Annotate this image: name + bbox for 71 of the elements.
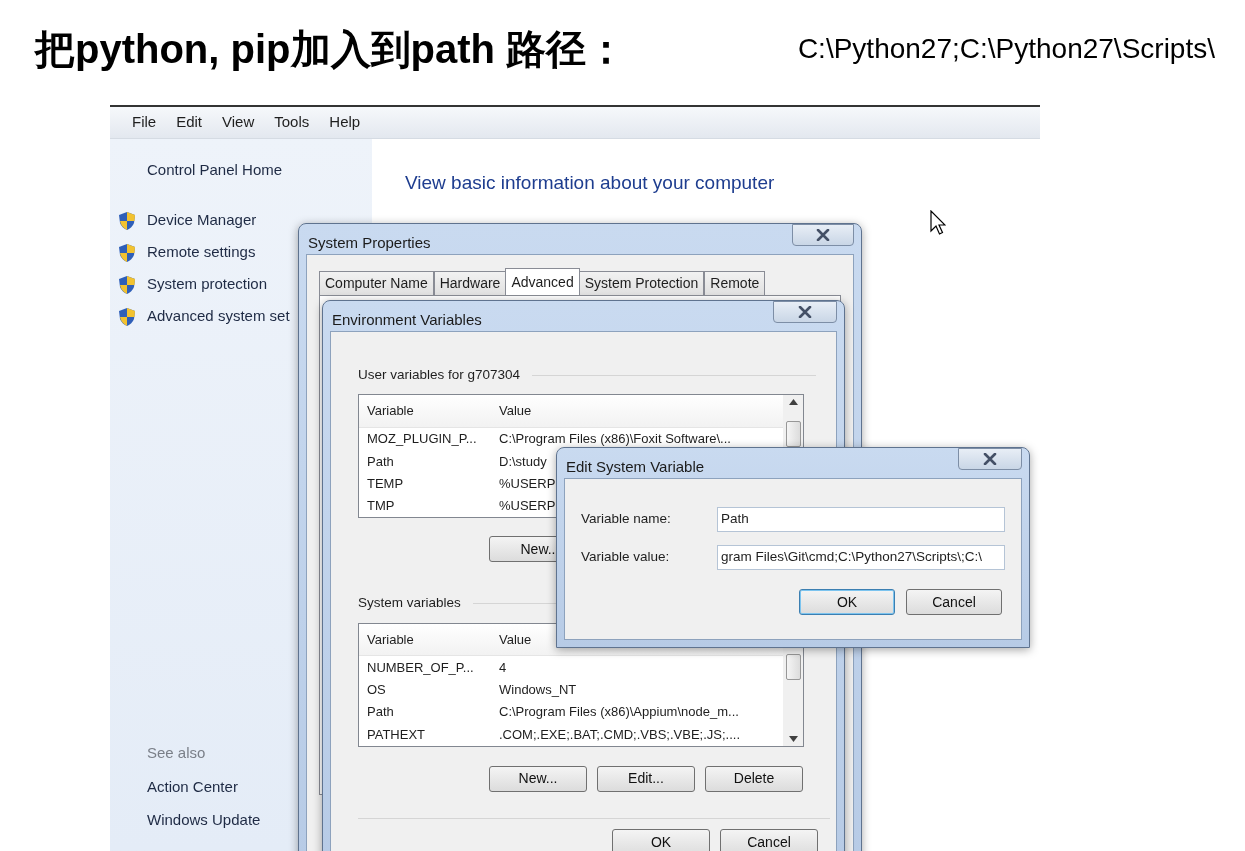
sidebar-link[interactable]: Remote settings [147,241,256,264]
close-button[interactable] [773,301,837,323]
table-cell-text: PATHEXT [366,725,427,744]
scroll-thumb[interactable] [785,421,801,448]
table-cell-text: D:\study [498,452,547,471]
tab[interactable]: System Protection [578,271,705,295]
table-cell-text: %USERP [498,497,556,516]
menu-item[interactable]: Tools [274,111,310,134]
table-cell-text: MOZ_PLUGIN_P... [366,430,478,449]
column-header[interactable]: Variable [359,401,491,421]
table-cell-text: Path [366,452,395,471]
shield-icon [118,274,136,295]
tab[interactable]: Remote [704,271,766,295]
path-text: C:\Python27;C:\Python27\Scripts\ [797,31,1215,66]
tab[interactable]: Hardware [433,271,507,295]
close-icon [983,453,997,465]
table-cell-text: C:\Program Files (x86)\Appium\node_m... [498,703,739,722]
sidebar-link[interactable]: Control Panel Home [110,159,372,182]
dialog-button[interactable]: OK [612,828,710,851]
shield-icon [118,210,136,231]
group-label: User variables for g707304 [358,366,521,384]
menu-item[interactable]: View [222,111,255,134]
dialog-button[interactable]: Cancel [720,828,818,851]
column-header[interactable]: Value [491,401,532,421]
scroll-thumb[interactable] [785,653,801,680]
input-field[interactable]: gram Files\Git\cmd;C:\Python27\Scripts\;C:\ [717,544,1005,570]
table-cell-text: C:\Program Files (x86)\Foxit Software\... [498,430,731,449]
table-cell-text: TEMP [366,475,405,493]
table-cell-text: 4 [498,658,507,677]
table-cell-text: %USERP [498,475,556,493]
field-label: Variable name: [581,509,672,528]
menu-item[interactable]: Help [329,111,361,134]
table-cell-text: OS [366,680,387,699]
sidebar-link[interactable]: Action Center [147,776,238,799]
close-button[interactable] [792,224,854,246]
close-icon [816,229,830,241]
window-title: Edit System Variable [566,457,705,477]
table-cell-text: .COM;.EXE;.BAT;.CMD;.VBS;.VBE;.JS;.... [498,725,741,744]
dialog-button[interactable]: Edit... [597,765,695,792]
menu-item[interactable]: File [132,111,157,134]
sidebar-link[interactable]: Advanced system set [147,305,290,328]
close-icon [798,306,812,318]
dialog-button[interactable]: New... [489,765,587,792]
tab[interactable]: Computer Name [319,271,434,295]
sidebar-link[interactable]: Device Manager [147,209,257,232]
cursor-icon [930,210,946,236]
table-cell-text: NUMBER_OF_P... [366,658,475,677]
dialog-button[interactable]: OK [799,589,895,615]
shield-icon [118,242,136,263]
window-title: System Properties [308,233,431,253]
dialog-button[interactable]: Cancel [906,589,1002,615]
scroll-down-icon[interactable] [788,735,798,742]
slide-title: 把python, pip加入到path 路径： [35,25,627,73]
column-header[interactable]: Value [491,629,532,650]
section-label: See also [146,742,207,763]
table-cell-text: Path [366,703,395,722]
page-heading: View basic information about your computer [405,172,775,193]
window-title: Environment Variables [332,310,482,330]
table-cell-text: Windows_NT [498,680,577,699]
dialog-button[interactable]: Delete [705,765,803,792]
group-label: System variables [358,594,461,613]
close-button[interactable] [958,448,1022,470]
sidebar-link[interactable]: System protection [147,273,268,296]
sidebar-link[interactable]: Windows Update [147,808,261,831]
column-header[interactable]: Variable [359,629,491,650]
shield-icon [118,306,136,327]
input-field[interactable]: Path [717,506,1005,532]
scroll-up-icon[interactable] [788,399,798,406]
menu-item[interactable]: Edit [176,111,203,134]
tab[interactable]: Advanced [505,268,580,295]
table-cell-text: TMP [366,497,396,516]
